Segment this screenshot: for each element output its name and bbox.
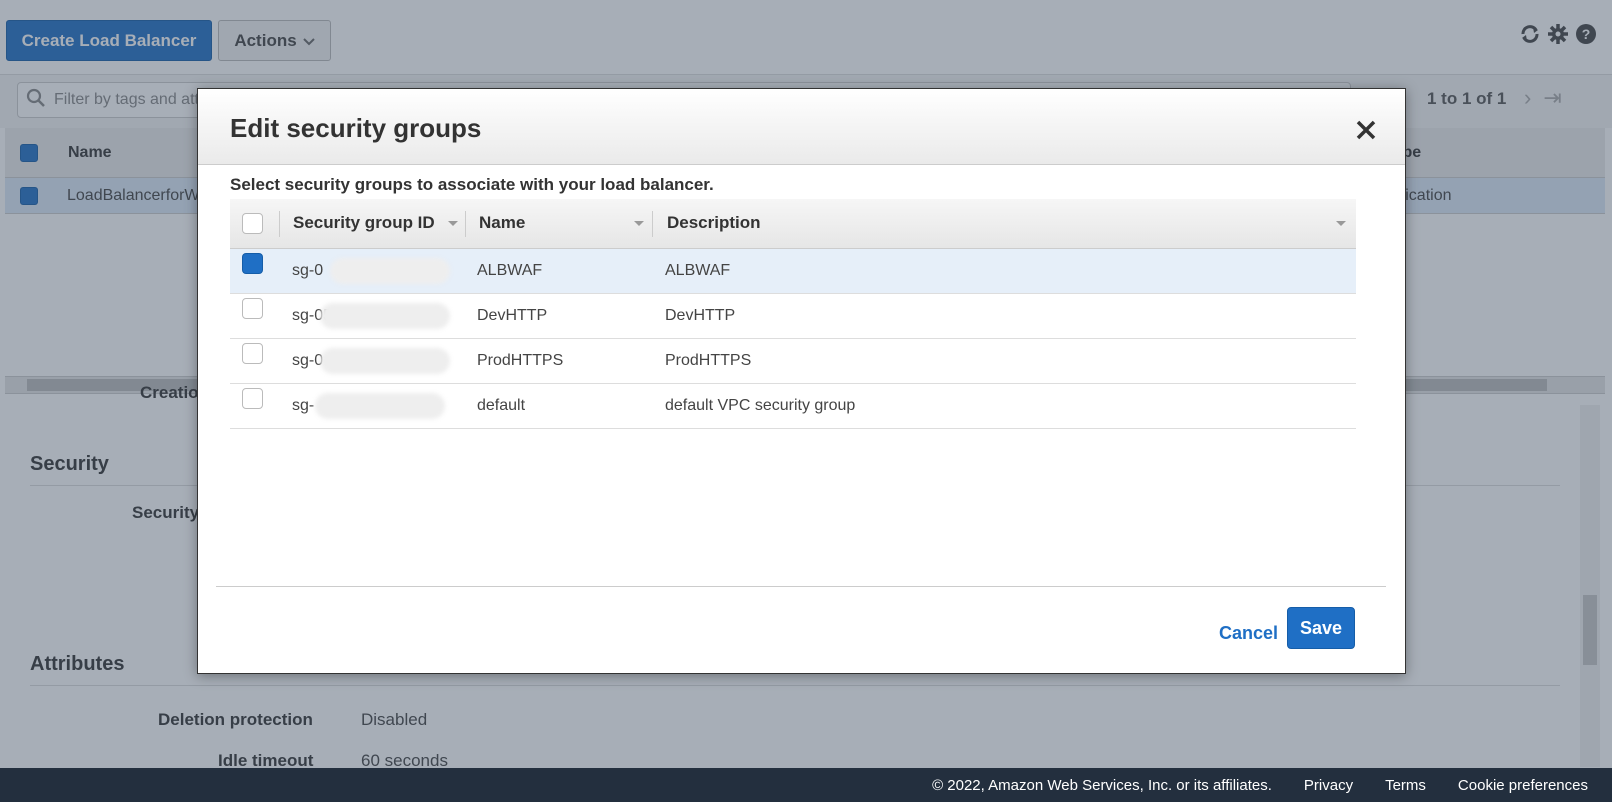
row-name: ProdHTTPS (477, 352, 564, 369)
select-all-checkbox[interactable] (242, 213, 263, 234)
save-button[interactable]: Save (1287, 607, 1355, 649)
column-separator (465, 211, 466, 237)
row-name: DevHTTP (477, 307, 548, 324)
table-row[interactable]: sg-05 DevHTTP DevHTTP (230, 294, 1356, 339)
copyright-text: © 2022, Amazon Web Services, Inc. or its… (932, 776, 1272, 794)
modal-footer-divider (216, 586, 1386, 587)
row-checkbox[interactable] (242, 298, 263, 319)
modal-subtitle: Select security groups to associate with… (230, 175, 714, 194)
footer: © 2022, Amazon Web Services, Inc. or its… (0, 768, 1612, 802)
cancel-button[interactable]: Cancel (1219, 623, 1278, 644)
row-description: DevHTTP (665, 307, 736, 324)
modal-header: Edit security groups (198, 89, 1405, 165)
row-description: ProdHTTPS (665, 352, 752, 369)
table-row[interactable]: sg-0 ProdHTTPS ProdHTTPS (230, 339, 1356, 384)
sort-caret-icon[interactable] (448, 221, 458, 226)
row-description: default VPC security group (665, 397, 856, 414)
column-description[interactable]: Description (667, 213, 761, 233)
row-checkbox[interactable] (242, 388, 263, 409)
redacted-id (330, 258, 450, 284)
row-name: default (477, 397, 526, 414)
redacted-id (315, 393, 445, 419)
cookie-preferences-link[interactable]: Cookie preferences (1458, 777, 1588, 794)
modal-title: Edit security groups (230, 113, 482, 143)
edit-security-groups-modal: Edit security groups Select security gro… (197, 88, 1406, 674)
row-checkbox[interactable] (242, 343, 263, 364)
terms-link[interactable]: Terms (1385, 777, 1426, 794)
row-security-group-id: sg-0 (292, 352, 324, 369)
table-header: Security group ID Name Description (230, 199, 1356, 249)
row-security-group-id: sg- (292, 397, 315, 414)
security-groups-table: Security group ID Name Description sg-0 … (230, 199, 1356, 429)
column-separator (279, 211, 280, 237)
sort-caret-icon[interactable] (1336, 221, 1346, 226)
column-name[interactable]: Name (479, 213, 525, 233)
redacted-id (320, 303, 450, 329)
row-name: ALBWAF (477, 262, 543, 279)
redacted-id (320, 348, 450, 374)
row-description: ALBWAF (665, 262, 731, 279)
row-checkbox[interactable] (242, 253, 263, 274)
column-separator (652, 211, 653, 237)
row-security-group-id: sg-0 (292, 262, 324, 279)
privacy-link[interactable]: Privacy (1304, 777, 1353, 794)
table-row[interactable]: sg- default default VPC security group (230, 384, 1356, 429)
table-row[interactable]: sg-0 ALBWAF ALBWAF (230, 249, 1356, 294)
close-icon[interactable] (1353, 117, 1379, 143)
column-security-group-id[interactable]: Security group ID (293, 213, 435, 233)
sort-caret-icon[interactable] (634, 221, 644, 226)
